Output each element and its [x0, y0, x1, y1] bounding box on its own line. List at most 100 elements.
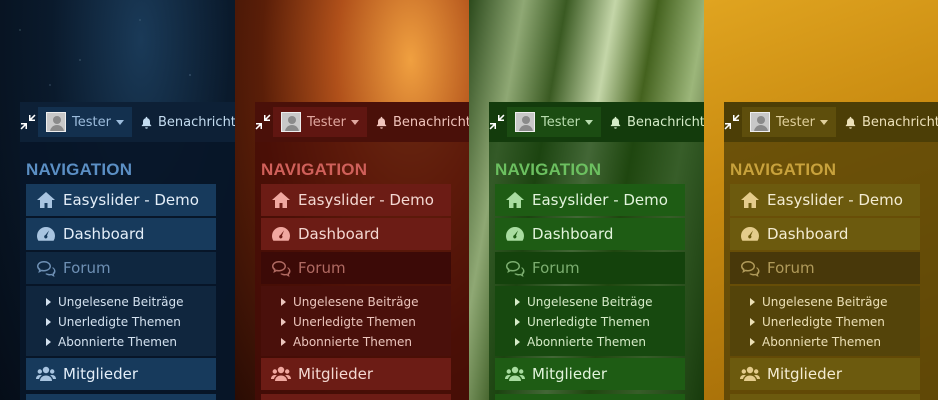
submenu-item-label: Unerledigte Themen — [762, 315, 885, 329]
submenu-item-subscribed-threads[interactable]: Abonnierte Themen — [750, 332, 920, 352]
collapse-icon[interactable] — [489, 102, 505, 142]
notifications-button[interactable]: Benachrichtigungen — [140, 115, 235, 130]
user-name: Tester — [776, 114, 815, 130]
sidebar-item-label: Forum — [298, 259, 346, 277]
sidebar-heading: NAVIGATION — [730, 160, 837, 179]
submenu-item-unresolved-threads[interactable]: Unerledigte Themen — [750, 312, 920, 332]
sidebar-item-label: Easyslider - Demo — [298, 191, 434, 209]
submenu-item-unread-posts[interactable]: Ungelesene Beiträge — [46, 292, 216, 312]
notifications-label: Benachrichtigungen — [626, 114, 704, 130]
dashboard-gauge-icon — [37, 227, 55, 241]
sidebar-heading: NAVIGATION — [261, 160, 368, 179]
submenu-item-subscribed-threads[interactable]: Abonnierte Themen — [281, 332, 451, 352]
sidebar-item-partial[interactable] — [261, 394, 451, 400]
sidebar-item-label: Easyslider - Demo — [63, 191, 199, 209]
app-frame: Tester Benachrichtigungen NAVIGATION Eas… — [724, 102, 938, 400]
sidebar-item-partial[interactable] — [26, 394, 216, 400]
sidebar: NAVIGATION Easyslider - Demo Dashboard F… — [724, 150, 920, 400]
sidebar-item-members[interactable]: Mitglieder — [495, 358, 685, 390]
forum-submenu: Ungelesene Beiträge Unerledigte Themen A… — [26, 286, 216, 356]
comments-icon — [741, 261, 760, 277]
sidebar: NAVIGATION Easyslider - Demo Dashboard F… — [489, 150, 685, 400]
caret-right-icon — [46, 298, 51, 306]
sidebar-item-easyslider-demo[interactable]: Easyslider - Demo — [730, 184, 920, 216]
submenu-item-label: Abonnierte Themen — [527, 335, 646, 349]
user-menu[interactable]: Tester — [742, 107, 836, 137]
avatar — [46, 112, 66, 132]
sidebar-item-partial[interactable] — [495, 394, 685, 400]
user-name: Tester — [541, 114, 580, 130]
caret-right-icon — [750, 298, 755, 306]
users-icon — [271, 366, 291, 381]
notifications-label: Benachrichtigungen — [157, 114, 235, 130]
comments-icon — [37, 261, 56, 277]
sidebar-item-easyslider-demo[interactable]: Easyslider - Demo — [26, 184, 216, 216]
dashboard-gauge-icon — [741, 227, 759, 241]
sidebar-item-dashboard[interactable]: Dashboard — [495, 218, 685, 250]
forum-submenu: Ungelesene Beiträge Unerledigte Themen A… — [261, 286, 451, 356]
caret-right-icon — [750, 318, 755, 326]
sidebar-item-forum[interactable]: Forum — [730, 252, 920, 284]
sidebar-item-members[interactable]: Mitglieder — [26, 358, 216, 390]
caret-right-icon — [515, 318, 520, 326]
user-menu[interactable]: Tester — [507, 107, 601, 137]
sidebar-item-forum[interactable]: Forum — [261, 252, 451, 284]
bell-icon — [141, 116, 152, 129]
home-icon — [741, 192, 759, 208]
app-frame: Tester Benachrichtigungen NAVIGATION Eas… — [255, 102, 469, 400]
collapse-icon[interactable] — [724, 102, 740, 142]
sidebar-item-forum[interactable]: Forum — [26, 252, 216, 284]
collapse-icon[interactable] — [20, 102, 36, 142]
notifications-label: Benachrichtigungen — [392, 114, 469, 130]
submenu-item-label: Unerledigte Themen — [527, 315, 650, 329]
notifications-button[interactable]: Benachrichtigungen — [609, 115, 704, 130]
sidebar-item-members[interactable]: Mitglieder — [261, 358, 451, 390]
sidebar-item-members[interactable]: Mitglieder — [730, 358, 920, 390]
submenu-item-unresolved-threads[interactable]: Unerledigte Themen — [46, 312, 216, 332]
sidebar-item-partial[interactable] — [730, 394, 920, 400]
forum-submenu: Ungelesene Beiträge Unerledigte Themen A… — [730, 286, 920, 356]
submenu-item-subscribed-threads[interactable]: Abonnierte Themen — [46, 332, 216, 352]
submenu-item-unread-posts[interactable]: Ungelesene Beiträge — [281, 292, 451, 312]
sidebar-item-label: Mitglieder — [532, 365, 607, 383]
sidebar-item-label: Mitglieder — [298, 365, 373, 383]
notifications-button[interactable]: Benachrichtigungen — [375, 115, 469, 130]
notifications-button[interactable]: Benachrichtigungen — [844, 115, 938, 130]
bell-icon — [845, 116, 856, 129]
sidebar-heading: NAVIGATION — [495, 160, 602, 179]
submenu-item-unresolved-threads[interactable]: Unerledigte Themen — [515, 312, 685, 332]
caret-right-icon — [750, 338, 755, 346]
forum-submenu: Ungelesene Beiträge Unerledigte Themen A… — [495, 286, 685, 356]
submenu-item-unread-posts[interactable]: Ungelesene Beiträge — [750, 292, 920, 312]
user-menu[interactable]: Tester — [273, 107, 367, 137]
sidebar-item-easyslider-demo[interactable]: Easyslider - Demo — [495, 184, 685, 216]
user-menu[interactable]: Tester — [38, 107, 132, 137]
submenu-item-subscribed-threads[interactable]: Abonnierte Themen — [515, 332, 685, 352]
submenu-item-unresolved-threads[interactable]: Unerledigte Themen — [281, 312, 451, 332]
caret-right-icon — [281, 318, 286, 326]
sidebar-item-label: Dashboard — [63, 225, 145, 243]
submenu-item-label: Unerledigte Themen — [58, 315, 181, 329]
sidebar-item-dashboard[interactable]: Dashboard — [261, 218, 451, 250]
avatar — [281, 112, 301, 132]
submenu-item-label: Unerledigte Themen — [293, 315, 416, 329]
caret-right-icon — [515, 298, 520, 306]
submenu-item-label: Abonnierte Themen — [293, 335, 412, 349]
sidebar-item-dashboard[interactable]: Dashboard — [26, 218, 216, 250]
theme-preview-red: Tester Benachrichtigungen NAVIGATION Eas… — [235, 0, 469, 400]
bell-icon — [376, 116, 387, 129]
users-icon — [740, 366, 760, 381]
collapse-icon[interactable] — [255, 102, 271, 142]
theme-preview-gold: Tester Benachrichtigungen NAVIGATION Eas… — [704, 0, 938, 400]
sidebar-item-label: Easyslider - Demo — [767, 191, 903, 209]
users-icon — [505, 366, 525, 381]
submenu-item-unread-posts[interactable]: Ungelesene Beiträge — [515, 292, 685, 312]
sidebar-item-forum[interactable]: Forum — [495, 252, 685, 284]
home-icon — [272, 192, 290, 208]
sidebar-item-dashboard[interactable]: Dashboard — [730, 218, 920, 250]
home-icon — [506, 192, 524, 208]
comments-icon — [272, 261, 291, 277]
submenu-item-label: Abonnierte Themen — [762, 335, 881, 349]
top-bar: Tester Benachrichtigungen — [489, 102, 704, 142]
sidebar-item-easyslider-demo[interactable]: Easyslider - Demo — [261, 184, 451, 216]
